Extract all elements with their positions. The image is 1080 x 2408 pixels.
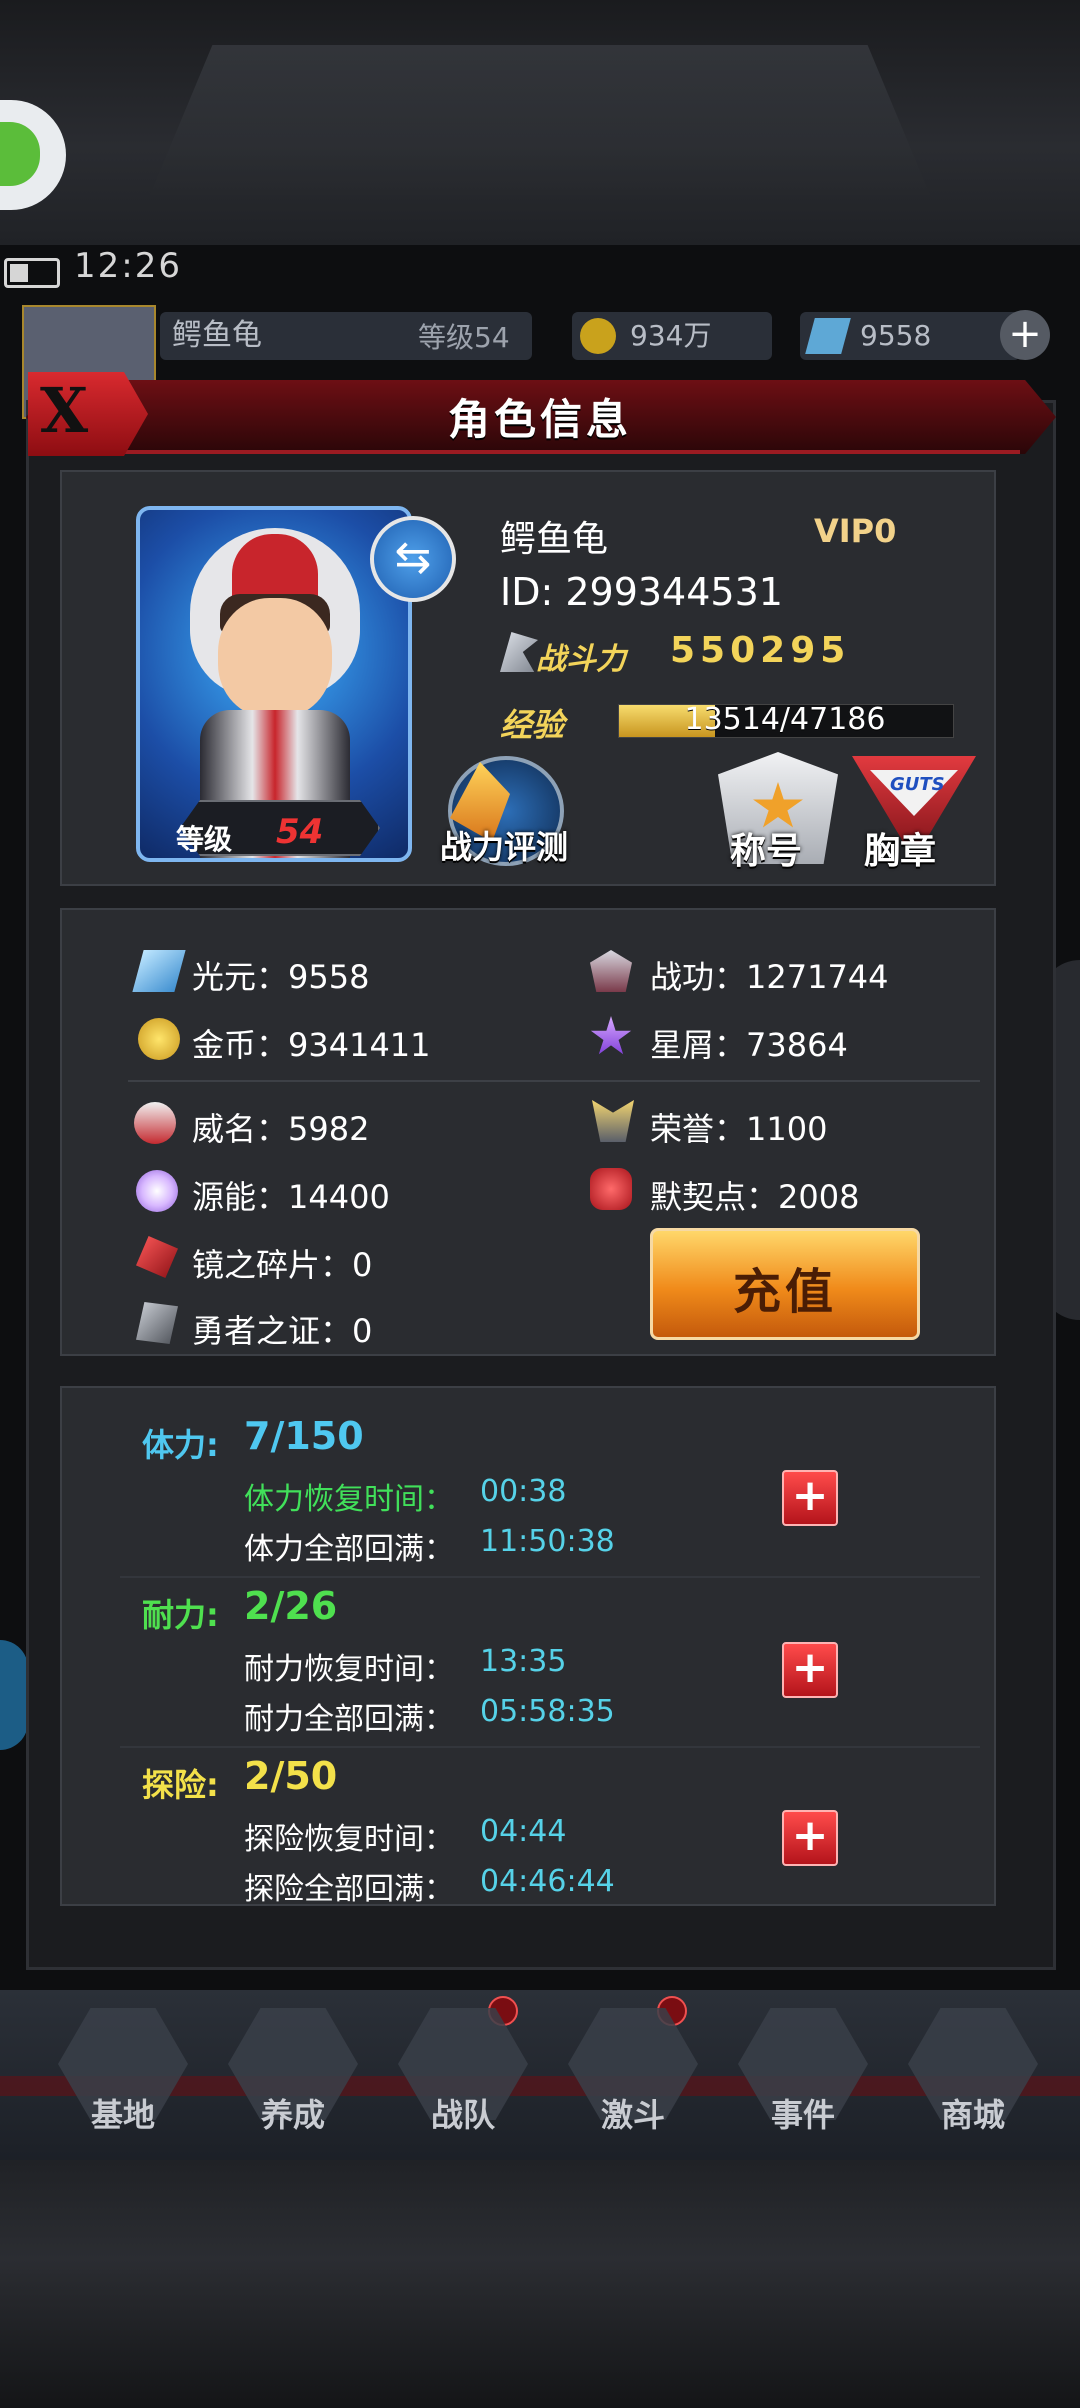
badge-label[interactable]: 胸章: [864, 822, 936, 874]
top-gold: 934万: [572, 312, 772, 360]
nav-base[interactable]: 基地: [48, 2008, 198, 2138]
stamina-full-label: 体力全部回满：: [244, 1532, 454, 1567]
gold-value: 金币：9341411: [192, 1026, 431, 1064]
close-icon[interactable]: X: [40, 374, 88, 447]
explore-recover-time: 04:44: [480, 1814, 567, 1849]
dialog-header-line: [60, 450, 1020, 454]
top-gems: 9558: [800, 312, 1020, 360]
explore-recover-label: 探险恢复时间：: [244, 1822, 454, 1857]
stamina-full-time: 11:50:38: [480, 1524, 615, 1559]
explore-full-label: 探险全部回满：: [244, 1872, 454, 1907]
combat-power-value: 550295: [670, 630, 851, 671]
endurance-full-time: 05:58:35: [480, 1694, 615, 1729]
endurance-recover-time: 13:35: [480, 1644, 567, 1679]
explore-name: 探险:: [142, 1766, 219, 1804]
bottom-frame: [0, 2160, 1080, 2408]
weiming-value: 威名：5982: [192, 1110, 370, 1148]
title-label[interactable]: 称号: [730, 822, 802, 874]
top-frame-bevel: [150, 45, 930, 195]
stamina-recover-label: 体力恢复时间：: [244, 1482, 454, 1517]
xingxie-value: 星屑：73864: [650, 1026, 848, 1064]
weiming-icon: [134, 1102, 176, 1144]
hero-proof-value: 勇者之证：0: [192, 1312, 373, 1350]
gem-icon: [805, 318, 851, 354]
exp-text: 13514/47186: [684, 702, 886, 737]
rongyu-value: 荣誉：1100: [650, 1110, 828, 1148]
recharge-label[interactable]: 充值: [650, 1252, 920, 1322]
add-gems-button[interactable]: +: [1000, 310, 1050, 360]
endurance-recover-label: 耐力恢复时间：: [244, 1652, 454, 1687]
stamina-separator: [120, 1746, 980, 1748]
add-stamina-button[interactable]: +: [782, 1470, 838, 1526]
top-level: 等级54: [418, 321, 510, 354]
player-name: 鳄鱼龟: [500, 519, 609, 560]
endurance-name: 耐力:: [142, 1596, 219, 1634]
explore-value: 2/50: [244, 1754, 338, 1798]
combat-power-label: 战斗力: [536, 642, 626, 677]
yuanneng-value: 源能：14400: [192, 1178, 390, 1216]
guts-logo-text: GUTS: [890, 774, 945, 795]
swap-portrait-button[interactable]: ⇆: [370, 516, 456, 602]
mirror-shard-value: 镜之碎片：0: [192, 1246, 373, 1284]
exp-label: 经验: [500, 706, 565, 744]
stamina-recover-time: 00:38: [480, 1474, 567, 1509]
add-explore-button[interactable]: +: [782, 1810, 838, 1866]
yuanneng-icon: [136, 1170, 178, 1212]
coin-icon: [580, 318, 616, 354]
stamina-separator: [120, 1576, 980, 1578]
power-eval-label[interactable]: 战力评测: [440, 822, 568, 868]
stamina-name: 体力:: [142, 1426, 219, 1464]
stamina-value: 7/150: [244, 1414, 364, 1458]
resources-divider: [128, 1080, 980, 1082]
add-endurance-button[interactable]: +: [782, 1642, 838, 1698]
zhangong-value: 战功：1271744: [650, 958, 889, 996]
moqidian-icon: [590, 1168, 632, 1210]
moqidian-value: 默契点：2008: [650, 1178, 860, 1216]
nav-shop[interactable]: 商城: [898, 2008, 1048, 2138]
battery-icon: [4, 258, 60, 288]
player-id: ID: 299344531: [500, 570, 783, 614]
endurance-full-label: 耐力全部回满：: [244, 1702, 454, 1737]
status-time: 12:26: [74, 246, 182, 286]
guangyuan-value: 光元：9558: [192, 958, 370, 996]
level-value: 54: [276, 812, 324, 852]
nav-events[interactable]: 事件: [728, 2008, 878, 2138]
gold-coin-icon: [138, 1018, 180, 1060]
vip-level: VIP0: [814, 512, 897, 550]
explore-full-time: 04:46:44: [480, 1864, 615, 1899]
nav-team[interactable]: 战队: [388, 2008, 538, 2138]
nav-battle[interactable]: 激斗: [558, 2008, 708, 2138]
nav-develop[interactable]: 养成: [218, 2008, 368, 2138]
dialog-title: 角色信息: [447, 395, 632, 444]
music-icon[interactable]: [0, 1640, 28, 1750]
endurance-value: 2/26: [244, 1584, 338, 1628]
level-label: 等级: [176, 823, 233, 856]
